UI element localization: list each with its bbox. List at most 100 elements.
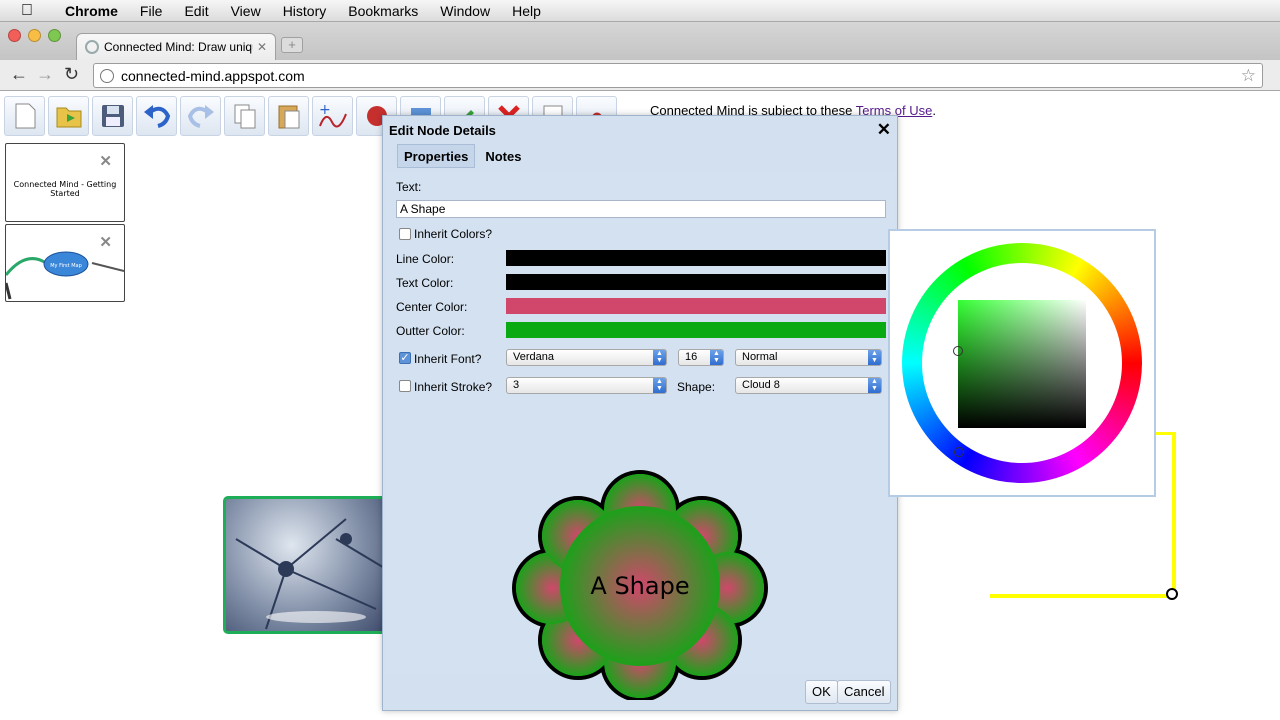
ok-button[interactable]: OK (805, 680, 838, 704)
inherit-stroke-checkbox[interactable] (399, 380, 411, 392)
terms-suffix: . (932, 103, 936, 118)
preview-text: A Shape (590, 572, 690, 600)
menu-bar:  Chrome File Edit View History Bookmark… (0, 0, 1280, 22)
redo-button[interactable] (180, 96, 221, 136)
font-family-select[interactable]: Verdana ▲ ▼ (506, 349, 667, 366)
text-label: Text: (396, 180, 422, 194)
close-icon[interactable]: ✕ (877, 120, 891, 140)
close-thumbnail-icon[interactable]: ✕ (99, 152, 112, 170)
tab-strip: Connected Mind: Draw uniqu ✕ + (0, 22, 1280, 60)
add-node-button[interactable]: + (312, 96, 353, 136)
dialog-title: Edit Node Details (389, 122, 496, 138)
cancel-button[interactable]: Cancel (837, 680, 892, 704)
zoom-window-button[interactable] (48, 29, 61, 42)
close-tab-icon[interactable]: ✕ (257, 40, 267, 54)
add-connection-icon: + (319, 102, 347, 128)
line-color-swatch[interactable] (506, 250, 886, 266)
line-color-label: Line Color: (396, 252, 455, 266)
menu-edit[interactable]: Edit (173, 3, 219, 19)
reload-icon[interactable]: ↻ (64, 64, 79, 85)
font-size-value: 16 (685, 351, 698, 363)
chevron-updown-icon: ▲ ▼ (710, 350, 723, 365)
minimize-window-button[interactable] (28, 29, 41, 42)
new-document-icon (15, 103, 35, 129)
globe-icon (100, 68, 114, 83)
url-text: connected-mind.appspot.com (121, 67, 305, 84)
menu-view[interactable]: View (220, 3, 272, 19)
inherit-stroke-label: Inherit Stroke? (414, 380, 493, 394)
redo-icon (187, 105, 214, 128)
undo-icon (143, 105, 170, 128)
inherit-colors-checkbox[interactable] (399, 228, 411, 240)
font-family-value: Verdana (513, 351, 554, 363)
browser-tab[interactable]: Connected Mind: Draw uniqu ✕ (76, 33, 276, 60)
menu-help[interactable]: Help (501, 3, 552, 19)
map-thumbnail-getting-started[interactable]: ✕ Connected Mind - Getting Started (5, 143, 125, 222)
open-map-button[interactable] (48, 96, 89, 136)
shape-value: Cloud 8 (742, 379, 780, 391)
dialog-header: Edit Node Details (383, 116, 897, 144)
shape-select[interactable]: Cloud 8 ▲ ▼ (735, 377, 882, 394)
dialog-tabs: Properties Notes (397, 144, 527, 168)
save-disk-icon (101, 105, 124, 127)
paste-button[interactable] (268, 96, 309, 136)
edit-node-dialog: Edit Node Details ✕ Properties Notes Tex… (382, 115, 898, 711)
outter-color-swatch[interactable] (506, 322, 886, 338)
tab-title: Connected Mind: Draw uniqu (104, 40, 253, 54)
saturation-value-square[interactable] (958, 300, 1086, 428)
font-size-select[interactable]: 16 ▲ ▼ (678, 349, 724, 366)
close-window-button[interactable] (8, 29, 21, 42)
thumbnail-label: Connected Mind - Getting Started (13, 180, 117, 198)
outter-color-label: Outter Color: (396, 324, 465, 338)
bookmark-star-icon[interactable]: ☆ (1241, 66, 1256, 86)
save-button[interactable] (92, 96, 133, 136)
shape-label: Shape: (677, 380, 716, 394)
center-color-label: Center Color: (396, 300, 468, 314)
stroke-select[interactable]: 3 ▲ ▼ (506, 377, 667, 394)
text-color-swatch[interactable] (506, 274, 886, 290)
chevron-updown-icon: ▲ ▼ (653, 350, 666, 365)
tab-properties[interactable]: Properties (397, 144, 476, 168)
copy-button[interactable] (224, 96, 265, 136)
text-color-label: Text Color: (396, 276, 454, 290)
center-color-swatch[interactable] (506, 298, 886, 314)
new-map-button[interactable] (4, 96, 45, 136)
loading-icon (85, 40, 99, 54)
new-tab-button[interactable]: + (281, 37, 303, 53)
menu-window[interactable]: Window (429, 3, 501, 19)
menu-bookmarks[interactable]: Bookmarks (337, 3, 429, 19)
chevron-updown-icon: ▲ ▼ (868, 378, 881, 393)
font-weight-select[interactable]: Normal ▲ ▼ (735, 349, 882, 366)
font-weight-value: Normal (742, 351, 778, 363)
menu-file[interactable]: File (129, 3, 174, 19)
svg-text:+: + (319, 102, 331, 118)
sv-marker[interactable] (953, 346, 963, 356)
address-bar[interactable]: connected-mind.appspot.com ☆ (93, 63, 1263, 88)
stroke-value: 3 (513, 379, 520, 391)
neuron-image (235, 518, 387, 630)
hue-marker[interactable] (954, 447, 964, 457)
apple-icon[interactable]:  (0, 2, 54, 20)
paste-icon (278, 105, 299, 129)
menu-history[interactable]: History (272, 3, 338, 19)
inherit-font-checkbox[interactable]: ✓ (399, 352, 411, 364)
properties-panel: Text: A Shape Inherit Colors? Line Color… (385, 172, 895, 702)
map-thumbnail-first-map[interactable]: ✕ My First Map (5, 224, 125, 302)
text-input[interactable]: A Shape (396, 200, 886, 218)
thumbnail-label: My First Map (50, 263, 82, 269)
chevron-updown-icon: ▲ ▼ (868, 350, 881, 365)
copy-icon (234, 104, 255, 129)
undo-button[interactable] (136, 96, 177, 136)
back-icon[interactable]: ← (10, 64, 28, 85)
image-node[interactable] (223, 496, 393, 634)
forward-icon[interactable]: → (36, 64, 54, 85)
menu-app-chrome[interactable]: Chrome (54, 3, 129, 19)
folder-icon (56, 107, 81, 128)
tab-notes[interactable]: Notes (479, 144, 527, 168)
chevron-updown-icon: ▲ ▼ (653, 378, 666, 393)
inherit-colors-label: Inherit Colors? (414, 227, 493, 241)
resize-handle[interactable] (1166, 588, 1178, 600)
shape-preview: A Shape (510, 470, 770, 702)
browser-toolbar: ← → ↻ connected-mind.appspot.com ☆ (0, 60, 1280, 91)
color-picker (888, 229, 1156, 497)
